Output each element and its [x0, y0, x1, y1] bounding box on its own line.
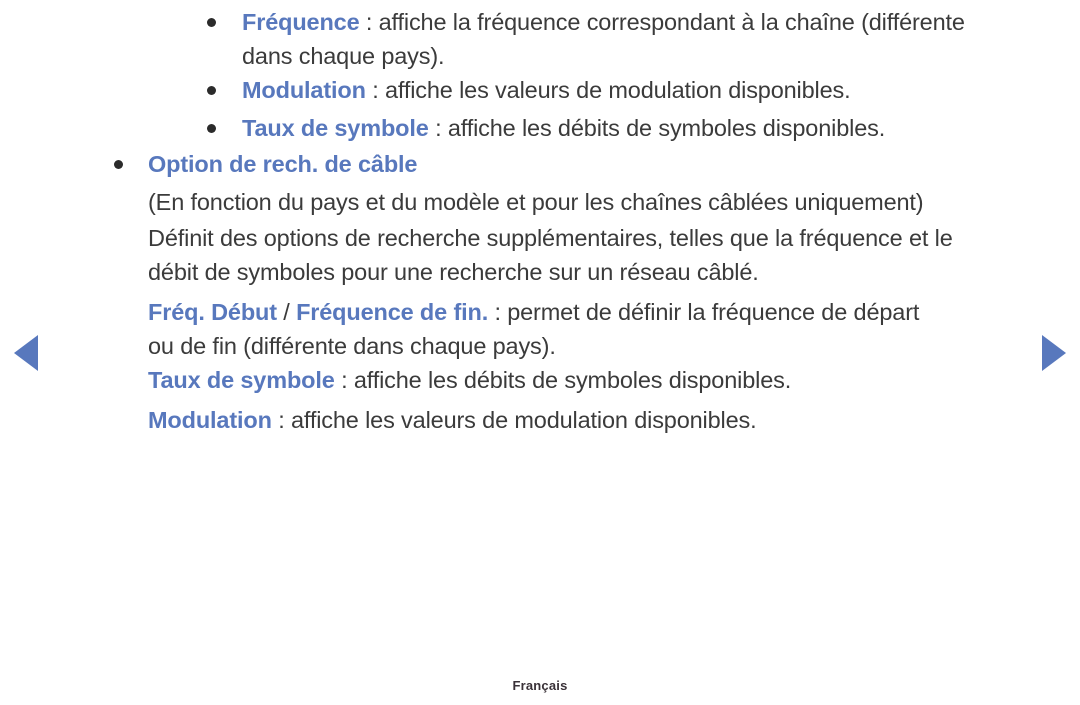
text-line: Définit des options de recherche supplém…	[148, 221, 953, 255]
description-text: (En fonction du pays et du modèle et pou…	[148, 189, 924, 215]
text-line: Modulation : affiche les valeurs de modu…	[242, 73, 851, 107]
keyword-term: Fréq. Début	[148, 299, 277, 325]
description-text: : affiche les débits de symboles disponi…	[428, 115, 886, 141]
text-line: Modulation : affiche les valeurs de modu…	[148, 403, 757, 437]
previous-page-arrow-icon[interactable]	[14, 335, 38, 371]
keyword-term: Modulation	[242, 77, 366, 103]
description-text: Définit des options de recherche supplém…	[148, 225, 953, 251]
keyword-term: Taux de symbole	[242, 115, 429, 141]
text-line: Fréq. Début / Fréquence de fin. : permet…	[148, 295, 919, 329]
text-line: dans chaque pays).	[242, 39, 445, 73]
keyword-separator: /	[276, 299, 297, 325]
text-line: Taux de symbole : affiche les débits de …	[242, 111, 885, 145]
description-text: : affiche la fréquence correspondant à l…	[359, 9, 965, 35]
description-text: : affiche les valeurs de modulation disp…	[365, 77, 851, 103]
keyword-term: Taux de symbole	[148, 367, 335, 393]
next-page-arrow-icon[interactable]	[1042, 335, 1066, 371]
list-bullet-icon	[207, 18, 216, 27]
description-text: débit de symboles pour une recherche sur…	[148, 259, 759, 285]
list-bullet-icon	[207, 86, 216, 95]
list-bullet-icon	[207, 124, 216, 133]
text-line: débit de symboles pour une recherche sur…	[148, 255, 759, 289]
text-line: ou de fin (différente dans chaque pays).	[148, 329, 556, 363]
list-bullet-icon	[114, 160, 123, 169]
description-text: : affiche les valeurs de modulation disp…	[271, 407, 757, 433]
keyword-term: Modulation	[148, 407, 272, 433]
manual-page: Fréquence : affiche la fréquence corresp…	[0, 0, 1080, 705]
text-line: Taux de symbole : affiche les débits de …	[148, 363, 791, 397]
description-text: ou de fin (différente dans chaque pays).	[148, 333, 556, 359]
footer-language-label: Français	[512, 678, 568, 693]
keyword-term: Option de rech. de câble	[148, 151, 418, 177]
keyword-term: Fréquence	[242, 9, 360, 35]
text-line: Fréquence : affiche la fréquence corresp…	[242, 5, 965, 39]
keyword-term-secondary: Fréquence de fin.	[296, 299, 489, 325]
description-text: : permet de définir la fréquence de dépa…	[488, 299, 920, 325]
text-line: Option de rech. de câble	[148, 147, 417, 181]
text-line: (En fonction du pays et du modèle et pou…	[148, 185, 924, 219]
description-text: dans chaque pays).	[242, 43, 445, 69]
description-text: : affiche les débits de symboles disponi…	[334, 367, 792, 393]
